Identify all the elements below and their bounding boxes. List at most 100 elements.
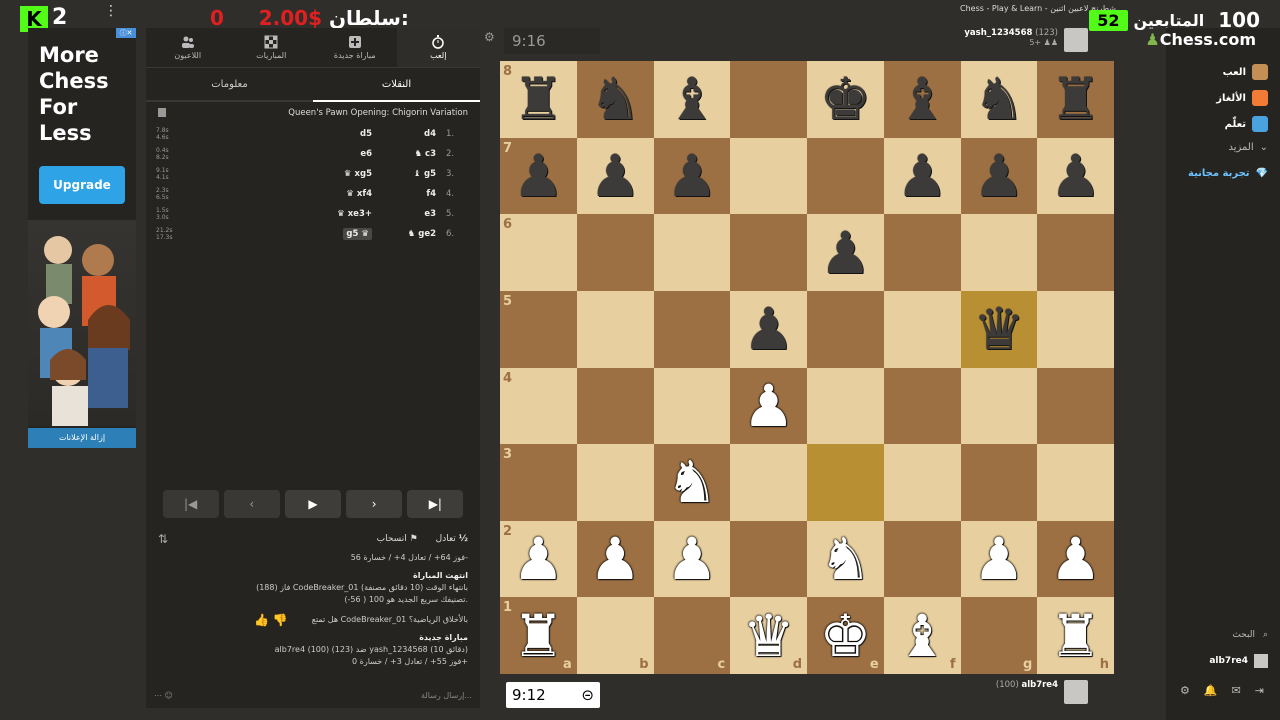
square-f4[interactable] xyxy=(883,367,961,445)
square-g8[interactable]: ♞ xyxy=(960,61,1038,138)
black-knight-icon[interactable]: ♞ xyxy=(973,70,1025,128)
square-d2[interactable] xyxy=(730,520,807,598)
square-d7[interactable] xyxy=(730,137,807,215)
move-white[interactable]: ♞ c3 xyxy=(376,149,446,159)
resign-button[interactable]: انسحاب ⚑ xyxy=(377,534,418,544)
avatar[interactable] xyxy=(1064,680,1088,704)
last-move-button[interactable]: ▶| xyxy=(407,490,464,518)
square-h3[interactable] xyxy=(1037,444,1114,521)
square-a8[interactable]: 8 ♜ xyxy=(500,61,577,138)
square-c5[interactable] xyxy=(653,290,731,368)
tab-games[interactable]: المباريات xyxy=(230,28,314,67)
chess-board[interactable]: 8 ♜ ♞ ♝ ♚ ♝ ♞ ♜ 7 ♟ ♟ ♟ ♟ ♟ ♟ 6 ♟ 5 ♟ ♛ 4 ♟ 3 ♞ 2 ♟ ♟ ♟ ♞ ♟ ♟ 1 a ♜ b c d ♛ e ♚… xyxy=(500,61,1114,674)
move-white[interactable]: ♝ g5 xyxy=(376,169,446,179)
square-f3[interactable] xyxy=(883,444,961,521)
square-g2[interactable]: ♟ xyxy=(960,520,1038,598)
square-c8[interactable]: ♝ xyxy=(653,61,731,138)
square-e1[interactable]: e ♚ xyxy=(807,597,884,674)
search-link[interactable]: البحث ⌕ xyxy=(1232,630,1268,640)
board-settings-icon[interactable]: ⚙ xyxy=(484,30,495,44)
avatar[interactable] xyxy=(1064,28,1088,52)
subtab-info[interactable]: معلومات xyxy=(146,68,313,100)
chat-input[interactable]: إرسال رسالة... xyxy=(421,691,472,700)
next-move-button[interactable]: › xyxy=(346,490,403,518)
square-b7[interactable]: ♟ xyxy=(576,137,654,215)
move-white[interactable]: ♞ ge2 xyxy=(376,229,446,239)
tab-new-game[interactable]: مباراة جديدة xyxy=(313,28,397,67)
square-b2[interactable]: ♟ xyxy=(576,520,654,598)
tab-play[interactable]: إلعب xyxy=(396,28,480,67)
subtab-moves[interactable]: النقلات xyxy=(313,68,480,102)
square-h8[interactable]: ♜ xyxy=(1037,61,1114,138)
messages-icon[interactable]: ✉ xyxy=(1232,684,1241,697)
white-pawn-icon[interactable]: ♟ xyxy=(512,530,564,588)
square-f6[interactable] xyxy=(883,214,961,291)
thumbs-down-icon[interactable]: 👎 xyxy=(273,613,288,627)
nav-puzzles[interactable]: الألغاز xyxy=(1216,90,1268,106)
black-pawn-icon[interactable]: ♟ xyxy=(666,147,718,205)
square-e7[interactable] xyxy=(807,137,884,215)
nav-more[interactable]: المزيد ⌄ xyxy=(1228,142,1268,153)
square-c2[interactable]: ♟ xyxy=(653,520,731,598)
black-pawn-icon[interactable]: ♟ xyxy=(743,300,795,358)
white-bishop-icon[interactable]: ♝ xyxy=(896,607,948,665)
player-bottom-name[interactable]: alb7re4 xyxy=(1021,680,1058,690)
nav-learn[interactable]: تعلّم xyxy=(1225,116,1268,132)
square-d5[interactable]: ♟ xyxy=(730,290,807,368)
play-button[interactable]: ▶ xyxy=(284,490,341,518)
black-king-icon[interactable]: ♚ xyxy=(819,70,871,128)
black-pawn-icon[interactable]: ♟ xyxy=(819,224,871,282)
move-black[interactable]: ♛ xg5 xyxy=(196,169,376,179)
square-d8[interactable] xyxy=(730,61,807,138)
square-f5[interactable] xyxy=(883,290,961,368)
black-pawn-icon[interactable]: ♟ xyxy=(896,147,948,205)
square-b8[interactable]: ♞ xyxy=(576,61,654,138)
more-icon[interactable]: ⋮ xyxy=(104,3,118,19)
square-f8[interactable]: ♝ xyxy=(883,61,961,138)
first-move-button[interactable]: |◀ xyxy=(162,490,219,518)
square-d3[interactable] xyxy=(730,444,807,521)
notifications-icon[interactable]: 🔔 xyxy=(1204,684,1218,697)
square-b3[interactable] xyxy=(576,444,654,521)
move-white[interactable]: e3 xyxy=(376,209,446,219)
square-g4[interactable] xyxy=(960,367,1038,445)
nav-play[interactable]: العب xyxy=(1223,64,1268,80)
white-pawn-icon[interactable]: ♟ xyxy=(589,530,641,588)
square-e5[interactable] xyxy=(807,290,884,368)
flip-board-icon[interactable]: ⇅ xyxy=(158,532,168,546)
white-queen-icon[interactable]: ♛ xyxy=(743,607,795,665)
square-g7[interactable]: ♟ xyxy=(960,137,1038,215)
move-black[interactable]: ♛ xf4 xyxy=(196,189,376,199)
settings-icon[interactable]: ⚙ xyxy=(1180,684,1190,697)
thumbs-up-icon[interactable]: 👍 xyxy=(254,613,269,627)
square-b6[interactable] xyxy=(576,214,654,291)
black-pawn-icon[interactable]: ♟ xyxy=(512,147,564,205)
white-rook-icon[interactable]: ♜ xyxy=(512,607,564,665)
trash-icon[interactable] xyxy=(158,108,166,117)
square-h5[interactable] xyxy=(1037,290,1114,368)
white-pawn-icon[interactable]: ♟ xyxy=(1050,530,1102,588)
chesscom-logo[interactable]: ♟Chess.com xyxy=(1145,30,1256,49)
square-d4[interactable]: ♟ xyxy=(730,367,807,445)
square-b4[interactable] xyxy=(576,367,654,445)
square-a5[interactable]: 5 xyxy=(500,290,577,368)
move-white[interactable]: d4 xyxy=(376,129,446,139)
black-rook-icon[interactable]: ♜ xyxy=(1050,70,1102,128)
square-g3[interactable] xyxy=(960,444,1038,521)
upgrade-button[interactable]: Upgrade xyxy=(39,166,125,204)
black-queen-icon[interactable]: ♛ xyxy=(973,300,1025,358)
prev-move-button[interactable]: ‹ xyxy=(223,490,280,518)
square-a4[interactable]: 4 xyxy=(500,367,577,445)
square-c3[interactable]: ♞ xyxy=(653,444,731,521)
square-e2[interactable]: ♞ xyxy=(807,520,884,598)
square-a1[interactable]: 1 a ♜ xyxy=(500,597,577,674)
nav-free-trial[interactable]: تجربة مجانية 💎 xyxy=(1188,168,1268,179)
white-pawn-icon[interactable]: ♟ xyxy=(743,377,795,435)
square-c4[interactable] xyxy=(653,367,731,445)
square-e8[interactable]: ♚ xyxy=(807,61,884,138)
black-bishop-icon[interactable]: ♝ xyxy=(896,70,948,128)
square-b5[interactable] xyxy=(576,290,654,368)
square-h7[interactable]: ♟ xyxy=(1037,137,1114,215)
square-d6[interactable] xyxy=(730,214,807,291)
black-pawn-icon[interactable]: ♟ xyxy=(589,147,641,205)
